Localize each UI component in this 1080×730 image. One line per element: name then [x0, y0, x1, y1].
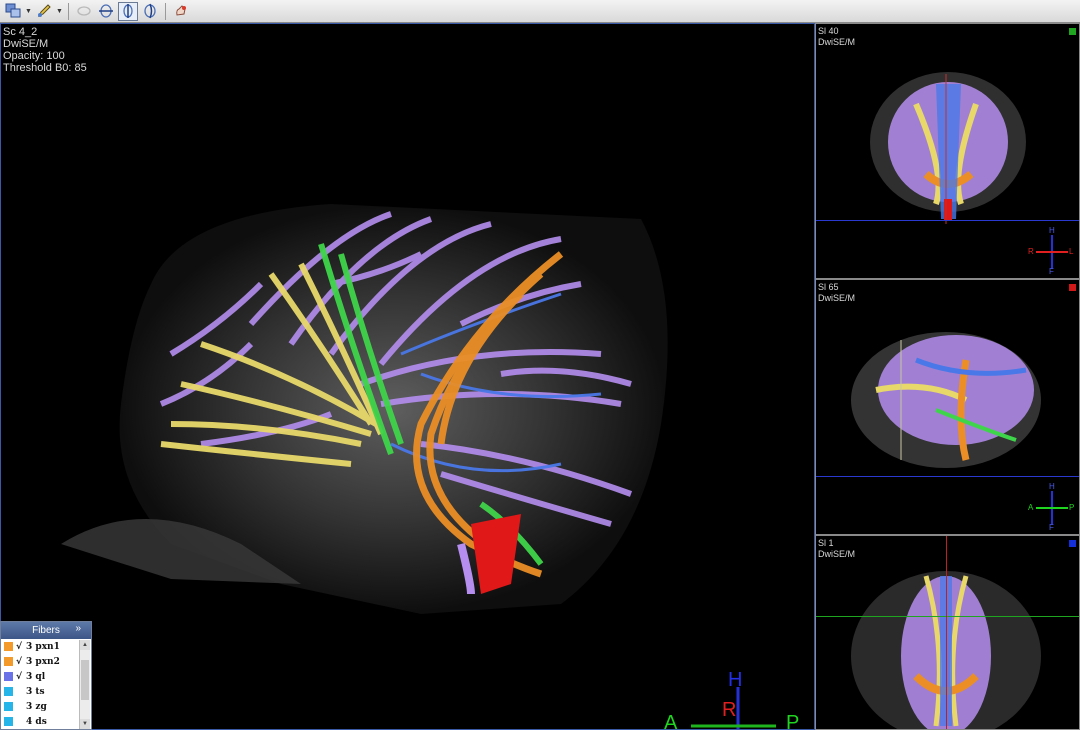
fiber-item[interactable]: √ 3 ql [1, 669, 91, 684]
slice-label: Sl 1 [818, 538, 834, 548]
crosshair-horizontal [816, 616, 1079, 617]
fibers-panel-header: Fibers » [1, 622, 91, 639]
fiber-label: 3 pxn1 [26, 641, 60, 652]
sagittal-plane-icon[interactable] [118, 1, 138, 21]
fibers-scrollbar[interactable]: ▲ ▼ [79, 640, 90, 729]
series-label: DwiSE/M [818, 293, 856, 303]
fiber-item[interactable]: 4 ds [1, 714, 91, 729]
slice-label: Sl 65 [818, 282, 839, 292]
main-view-info: Sc 4_2 DwiSE/M Opacity: 100 Threshold B0… [3, 26, 87, 74]
orient-a-label: A [1028, 503, 1034, 512]
scroll-up-icon[interactable]: ▲ [80, 640, 90, 650]
scroll-down-icon[interactable]: ▼ [80, 719, 90, 729]
orientation-h-label: H [728, 669, 743, 691]
side-view-header: Sl 1 DwiSE/M [818, 538, 855, 560]
opacity-label: Opacity: 100 [3, 50, 65, 62]
fiber-label: 4 ds [26, 716, 47, 727]
lasso-icon[interactable] [74, 2, 94, 21]
fiber-color-swatch [4, 657, 13, 666]
side-view-header: Sl 40 DwiSE/M [818, 26, 855, 48]
side-view-axial[interactable]: Sl 1 DwiSE/M [815, 535, 1080, 730]
view-marker [1069, 284, 1076, 291]
series-label: DwiSE/M [818, 549, 856, 559]
fiber-label: 3 ql [26, 671, 46, 682]
pencil-icon[interactable] [34, 2, 54, 21]
fiber-item[interactable]: √ 3 pxn1 [1, 639, 91, 654]
toolbar-separator-2 [165, 2, 166, 20]
crosshair-vertical [946, 536, 947, 729]
toolbar: ▼ ▼ [0, 0, 1080, 23]
scroll-thumb[interactable] [81, 660, 89, 700]
fiber-color-swatch [4, 717, 13, 726]
coronal-plane-icon[interactable] [140, 2, 160, 21]
fibers-panel[interactable]: Fibers » √ 3 pxn1 √ 3 pxn2 √ 3 ql 3 ts 3… [0, 621, 92, 730]
orient-f-label: F [1049, 267, 1054, 276]
orientation-gizmo: H A P F [1026, 482, 1076, 532]
crosshair-horizontal [816, 476, 1079, 477]
fiber-label: 3 pxn2 [26, 656, 60, 667]
side-view-header: Sl 65 DwiSE/M [818, 282, 855, 304]
series-label: DwiSE/M [3, 38, 49, 50]
orient-p-label: P [1069, 503, 1075, 512]
series-label: DwiSE/M [818, 37, 856, 47]
orientation-r-label: R [722, 699, 737, 721]
pencil-dropdown-icon[interactable]: ▼ [56, 2, 63, 21]
threshold-label: Threshold B0: 85 [3, 62, 87, 74]
gizmo-horizontal-axis [1036, 251, 1068, 253]
fiber-color-swatch [4, 672, 13, 681]
layout-dropdown-icon[interactable]: ▼ [25, 2, 32, 21]
gizmo-horizontal-axis [1036, 507, 1068, 509]
orientation-gizmo: H R L F [1026, 226, 1076, 276]
orient-r-label: R [1028, 247, 1034, 256]
tractography-render [61, 204, 668, 614]
fiber-item[interactable]: 3 ts [1, 684, 91, 699]
orientation-a-label: A [664, 712, 678, 730]
fiber-color-swatch [4, 642, 13, 651]
fiber-color-swatch [4, 702, 13, 711]
fibers-panel-title: Fibers [32, 625, 60, 636]
expand-icon[interactable]: » [75, 623, 81, 634]
hand-tool-icon[interactable] [171, 2, 191, 21]
view-marker [1069, 28, 1076, 35]
fiber-color-swatch [4, 687, 13, 696]
orient-f-label: F [1049, 523, 1054, 532]
axial-render [851, 571, 1041, 729]
fiber-label: 3 zg [26, 701, 47, 712]
orient-h-label: H [1049, 482, 1055, 491]
side-view-sagittal[interactable]: Sl 65 DwiSE/M H A P F [815, 279, 1080, 535]
toolbar-separator [68, 2, 69, 20]
orientation-gizmo: H R A P [661, 669, 811, 730]
fiber-label: 3 ts [26, 686, 45, 697]
axial-plane-icon[interactable] [96, 2, 116, 21]
view-marker [1069, 540, 1076, 547]
fiber-item[interactable]: 3 zg [1, 699, 91, 714]
fiber-checkbox[interactable]: √ [16, 672, 26, 682]
fiber-checkbox[interactable]: √ [16, 657, 26, 667]
orientation-p-label: P [786, 712, 800, 730]
slice-label: Sl 40 [818, 26, 839, 36]
main-3d-view[interactable]: Sc 4_2 DwiSE/M Opacity: 100 Threshold B0… [0, 23, 815, 730]
orient-l-label: L [1069, 247, 1074, 256]
fiber-item[interactable]: √ 3 pxn2 [1, 654, 91, 669]
orient-h-label: H [1049, 226, 1055, 235]
layout-icon[interactable] [3, 2, 23, 21]
crosshair-horizontal [816, 220, 1079, 221]
side-view-coronal[interactable]: Sl 40 DwiSE/M H R L F [815, 23, 1080, 279]
scan-label: Sc 4_2 [3, 26, 38, 38]
fiber-checkbox[interactable]: √ [16, 642, 26, 652]
